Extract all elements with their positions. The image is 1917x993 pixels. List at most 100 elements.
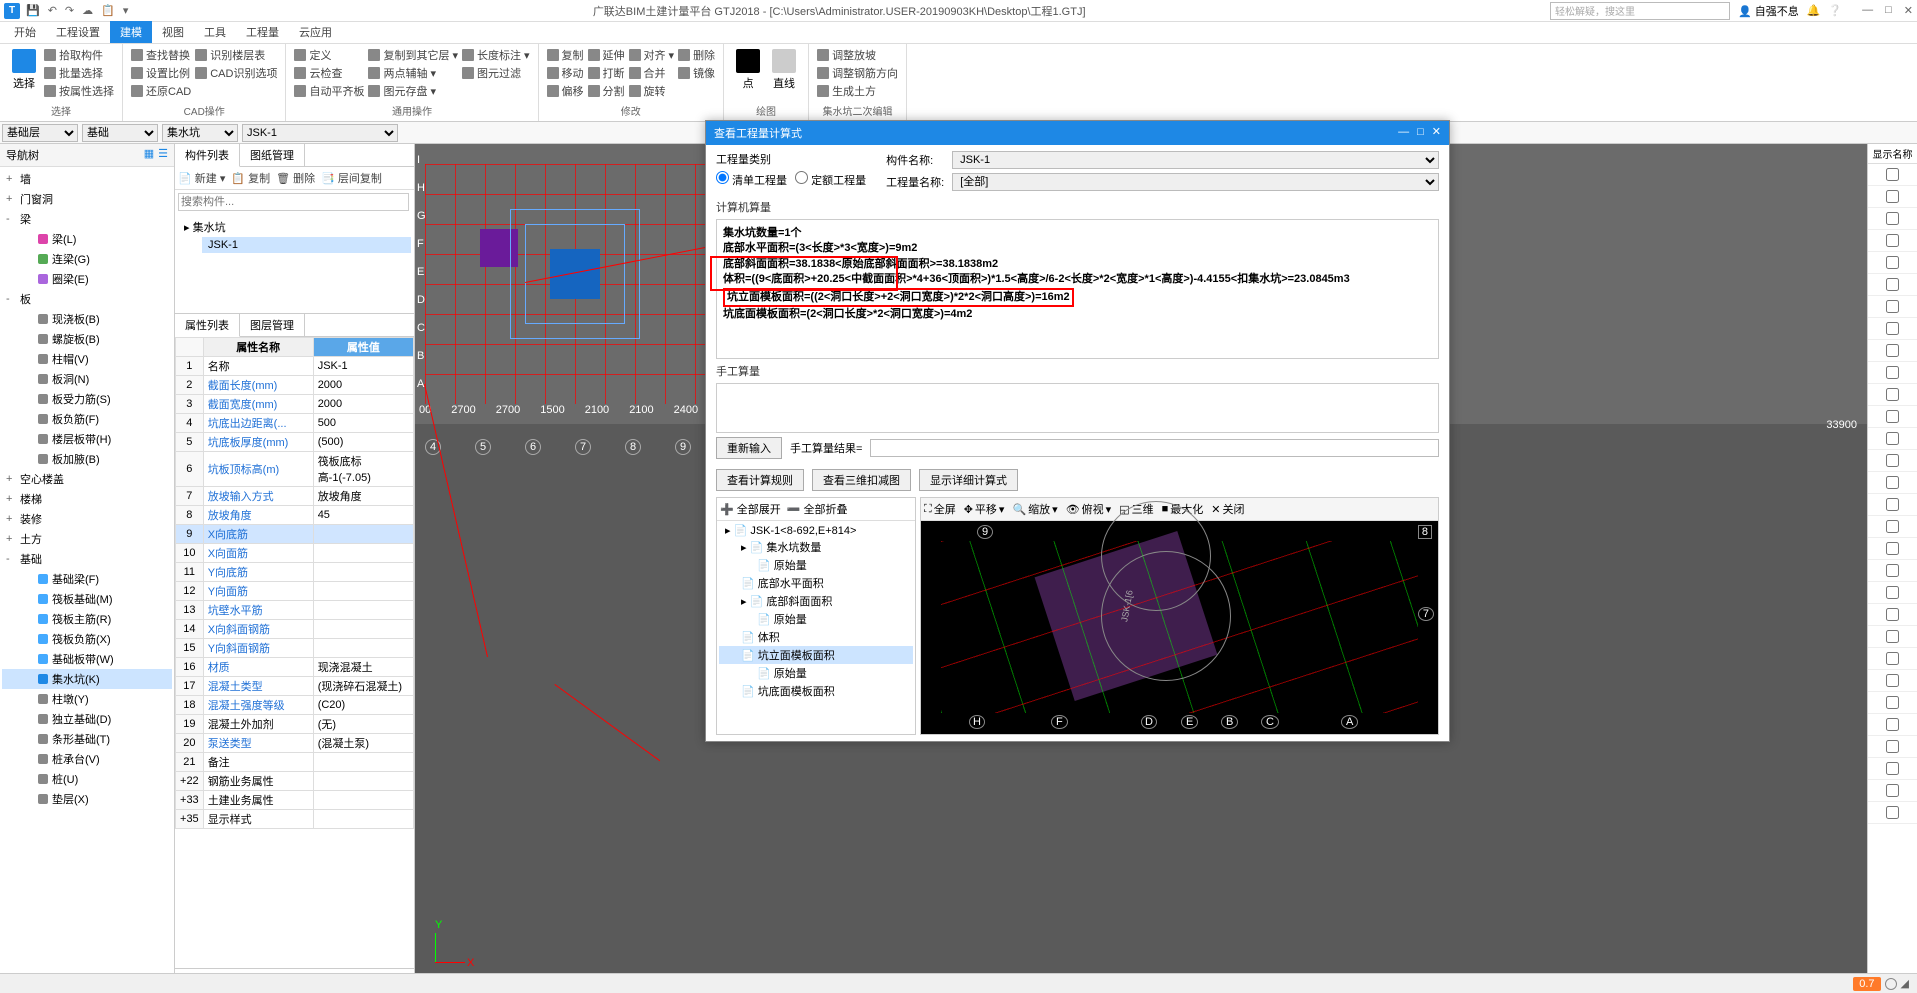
display-name-checkbox[interactable] [1886, 762, 1899, 775]
nav-leaf[interactable]: 筏板主筋(R) [2, 609, 172, 629]
component-select[interactable]: JSK-1 [242, 124, 398, 142]
extend[interactable]: 延伸 [588, 47, 625, 63]
pv-zoom[interactable]: 🔍 缩放 ▾ [1012, 501, 1057, 517]
tab-view[interactable]: 视图 [152, 21, 194, 43]
property-row[interactable]: 6坑板顶标高(m)筏板底标高-1(-7.05) [176, 452, 414, 487]
property-table[interactable]: 属性名称属性值 1名称JSK-12截面长度(mm)20003截面宽度(mm)20… [175, 337, 414, 968]
preview-3d[interactable]: ⛶ 全屏 ✥ 平移 ▾ 🔍 缩放 ▾ 👁 俯视 ▾ ◱ 三维 ■ 最大化 ✕ 关… [920, 497, 1439, 735]
nav-leaf[interactable]: 柱帽(V) [2, 349, 172, 369]
point-button[interactable]: 点 [732, 47, 764, 93]
two-point-axis[interactable]: 两点辅轴 ▾ [368, 65, 458, 81]
nav-leaf[interactable]: 圈梁(E) [2, 269, 172, 289]
pv-top[interactable]: 👁 俯视 ▾ [1066, 501, 1112, 517]
qty-tree-node[interactable]: ▸ 📄 底部斜面面积 [719, 592, 913, 610]
property-row[interactable]: 21备注 [176, 753, 414, 772]
pv-full[interactable]: ⛶ 全屏 [924, 501, 956, 517]
set-scale[interactable]: 设置比例 [131, 65, 191, 81]
expand-all[interactable]: ➕ 全部展开 [720, 501, 781, 517]
property-row[interactable]: 20泵送类型(混凝土泵) [176, 734, 414, 753]
tab-start[interactable]: 开始 [4, 21, 46, 43]
type-select[interactable]: 集水坑 [162, 124, 238, 142]
floor-copy-button[interactable]: 📑 层间复制 [321, 170, 382, 186]
qty-tree-node[interactable]: 📄 原始量 [719, 664, 913, 682]
qat-undo-icon[interactable]: ↶ [48, 4, 57, 17]
show-detail-button[interactable]: 显示详细计算式 [919, 469, 1018, 491]
display-name-checkbox[interactable] [1886, 784, 1899, 797]
select-button[interactable]: 选择 [8, 47, 40, 99]
nav-leaf[interactable]: 楼层板带(H) [2, 429, 172, 449]
property-row[interactable]: 19混凝土外加剂(无) [176, 715, 414, 734]
nav-leaf[interactable]: 筏板基础(M) [2, 589, 172, 609]
cad-id-options[interactable]: CAD识别选项 [195, 65, 277, 81]
tab-project-settings[interactable]: 工程设置 [46, 21, 110, 43]
property-row[interactable]: 12Y向面筋 [176, 582, 414, 601]
pick-component[interactable]: 拾取构件 [44, 47, 114, 63]
status-icon[interactable] [1885, 978, 1897, 990]
property-row[interactable]: +33土建业务属性 [176, 791, 414, 810]
floor-select[interactable]: 基础层 [2, 124, 78, 142]
close-button[interactable]: ✕ [1904, 4, 1913, 17]
nav-leaf[interactable]: 板加腋(B) [2, 449, 172, 469]
property-row[interactable]: +22钢筋业务属性 [176, 772, 414, 791]
bell-icon[interactable]: 🔔 [1807, 4, 1821, 17]
delete-button[interactable]: 🗑 删除 [276, 170, 315, 186]
property-row[interactable]: 18混凝土强度等级(C20) [176, 696, 414, 715]
nav-node[interactable]: -基础 [2, 549, 172, 569]
maximize-button[interactable]: □ [1885, 4, 1892, 17]
id-floor-table[interactable]: 识别楼层表 [195, 47, 277, 63]
nav-leaf[interactable]: 基础板带(W) [2, 649, 172, 669]
display-name-checkbox[interactable] [1886, 322, 1899, 335]
nav-node[interactable]: +门窗洞 [2, 189, 172, 209]
qty-tree-node[interactable]: 📄 体积 [719, 628, 913, 646]
nav-leaf[interactable]: 桩(U) [2, 769, 172, 789]
dialog-max[interactable]: □ [1417, 126, 1424, 138]
property-row[interactable]: 3截面宽度(mm)2000 [176, 395, 414, 414]
display-name-checkbox[interactable] [1886, 212, 1899, 225]
display-name-checkbox[interactable] [1886, 652, 1899, 665]
qty-tree-node[interactable]: 📄 底部水平面积 [719, 574, 913, 592]
minimize-button[interactable]: — [1862, 4, 1873, 17]
nav-leaf[interactable]: 板受力筋(S) [2, 389, 172, 409]
nav-leaf[interactable]: 基础梁(F) [2, 569, 172, 589]
display-name-checkbox[interactable] [1886, 432, 1899, 445]
manual-area[interactable] [716, 383, 1439, 433]
qty-tree-node[interactable]: 📄 原始量 [719, 610, 913, 628]
display-name-checkbox[interactable] [1886, 366, 1899, 379]
property-row[interactable]: 9X向底筋 [176, 525, 414, 544]
dialog-min[interactable]: — [1398, 126, 1409, 138]
nav-node[interactable]: -板 [2, 289, 172, 309]
auto-level-slab[interactable]: 自动平齐板 [294, 83, 364, 99]
copy-to-floor[interactable]: 复制到其它层 ▾ [368, 47, 458, 63]
elem-filter[interactable]: 图元过滤 [462, 65, 530, 81]
nav-node[interactable]: +空心楼盖 [2, 469, 172, 489]
comp-tree-item[interactable]: JSK-1 [202, 237, 411, 253]
nav-leaf[interactable]: 板负筋(F) [2, 409, 172, 429]
align[interactable]: 对齐 ▾ [629, 47, 675, 63]
display-name-checkbox[interactable] [1886, 300, 1899, 313]
nav-leaf[interactable]: 垫层(X) [2, 789, 172, 809]
tab-tool[interactable]: 工具 [194, 21, 236, 43]
nav-leaf[interactable]: 独立基础(D) [2, 709, 172, 729]
display-name-checkbox[interactable] [1886, 564, 1899, 577]
property-row[interactable]: 4坑底出边距离(...500 [176, 414, 414, 433]
tab-component-list[interactable]: 构件列表 [175, 144, 240, 167]
view-rule-button[interactable]: 查看计算规则 [716, 469, 804, 491]
display-name-checkbox[interactable] [1886, 608, 1899, 621]
display-name-checkbox[interactable] [1886, 542, 1899, 555]
tab-quantity[interactable]: 工程量 [236, 21, 289, 43]
tab-layer-manage[interactable]: 图层管理 [240, 314, 305, 336]
qat-settings-icon[interactable]: ☁ [82, 4, 93, 17]
qty-name-select[interactable]: [全部] [952, 173, 1439, 191]
property-row[interactable]: 7放坡输入方式放坡角度 [176, 487, 414, 506]
nav-leaf[interactable]: 筏板负筋(X) [2, 629, 172, 649]
property-row[interactable]: 17混凝土类型(现浇碎石混凝土) [176, 677, 414, 696]
nav-node[interactable]: +装修 [2, 509, 172, 529]
qty-tree-node[interactable]: ▸ 📄 JSK-1<8-692,E+814> [719, 523, 913, 538]
nav-list-icon[interactable]: ☰ [158, 147, 168, 163]
property-row[interactable]: 5坑底板厚度(mm)(500) [176, 433, 414, 452]
find-replace[interactable]: 查找替换 [131, 47, 191, 63]
tab-cloud[interactable]: 云应用 [289, 21, 342, 43]
length-dim[interactable]: 长度标注 ▾ [462, 47, 530, 63]
display-name-checkbox[interactable] [1886, 168, 1899, 181]
display-name-checkbox[interactable] [1886, 718, 1899, 731]
